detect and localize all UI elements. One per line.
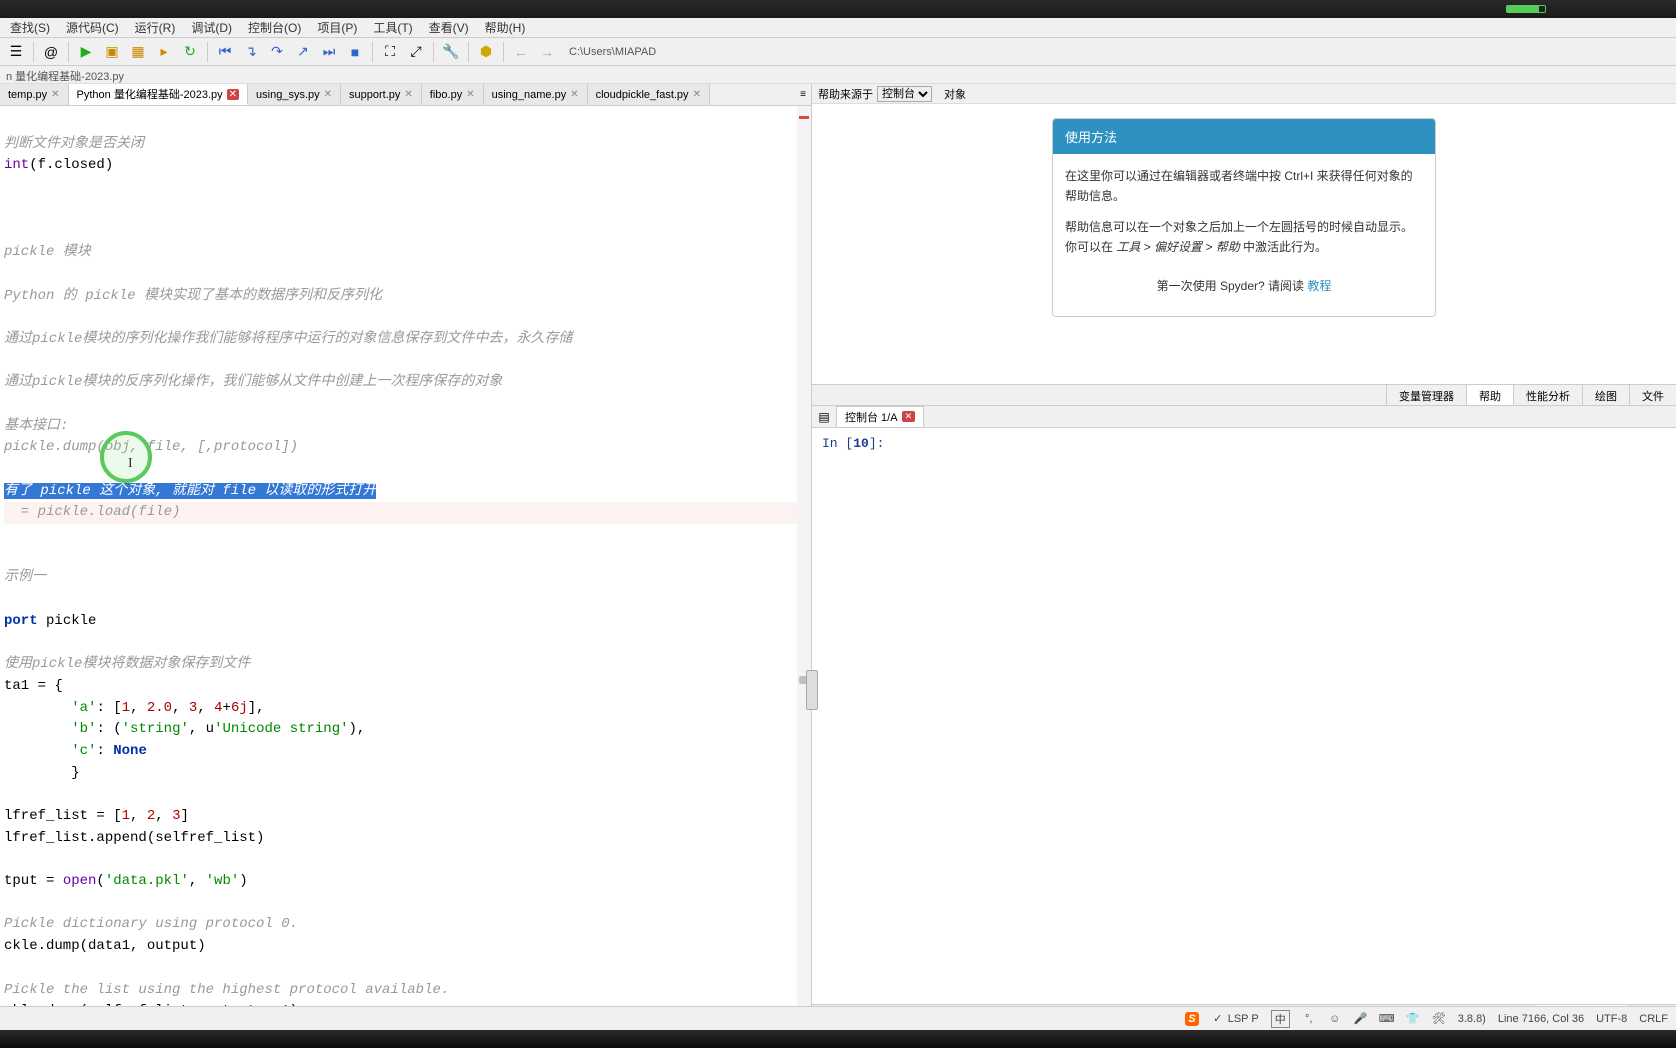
window-titlebar <box>0 0 1676 18</box>
tab-cloudpickle[interactable]: cloudpickle_fast.py✕ <box>588 84 710 105</box>
close-icon[interactable]: ✕ <box>693 89 701 100</box>
tutorial-link[interactable]: 教程 <box>1307 279 1331 293</box>
tab-using-sys[interactable]: using_sys.py✕ <box>248 84 341 105</box>
file-encoding: UTF-8 <box>1596 1013 1627 1025</box>
close-icon[interactable]: ✕ <box>324 89 332 100</box>
cursor-position: Line 7166, Col 36 <box>1498 1013 1584 1025</box>
debug-out-icon[interactable]: ↗ <box>291 40 315 64</box>
close-icon[interactable]: ✕ <box>902 411 916 422</box>
ime-punct-icon[interactable]: °, <box>1302 1012 1316 1026</box>
menu-tools[interactable]: 工具(T) <box>365 17 420 38</box>
help-header: 帮助来源于 控制台 对象 <box>812 84 1676 104</box>
debug-stop-icon[interactable]: ■ <box>343 40 367 64</box>
ime-keyboard-icon[interactable]: ⌨ <box>1380 1012 1394 1026</box>
editor-scrollbar[interactable] <box>797 106 811 1024</box>
editor-tabs: temp.py✕ Python 量化编程基础-2023.py✕ using_sy… <box>0 84 811 106</box>
maximize-icon[interactable]: ⛶ <box>378 40 402 64</box>
rerun-icon[interactable]: ↻ <box>178 40 202 64</box>
menu-view[interactable]: 查看(V) <box>421 17 477 38</box>
run-icon[interactable]: ▶ <box>74 40 98 64</box>
settings-icon[interactable]: 🔧 <box>439 40 463 64</box>
close-icon[interactable]: ✕ <box>227 89 239 100</box>
close-icon[interactable]: ✕ <box>466 89 474 100</box>
run-cell-advance-icon[interactable]: ▦ <box>126 40 150 64</box>
ime-mic-icon[interactable]: 🎤 <box>1354 1012 1368 1026</box>
ime-toolbox-icon[interactable]: 🛠 <box>1432 1012 1446 1026</box>
main-toolbar: ☰ @ ▶ ▣ ▦ ▸ ↻ ⏮ ↴ ↷ ↗ ⏭ ■ ⛶ ⤢ 🔧 ⬢ ← → C:… <box>0 38 1676 66</box>
menu-run[interactable]: 运行(R) <box>127 17 184 38</box>
close-icon[interactable]: ✕ <box>404 89 412 100</box>
nav-fwd-icon[interactable]: → <box>535 40 559 64</box>
ime-lang[interactable]: 中 <box>1271 1010 1290 1028</box>
menu-debug[interactable]: 调试(D) <box>183 17 240 38</box>
menu-help[interactable]: 帮助(H) <box>477 17 534 38</box>
menu-project[interactable]: 项目(P) <box>309 17 365 38</box>
python-version: 3.8.8) <box>1458 1013 1486 1025</box>
tab-temp[interactable]: temp.py✕ <box>0 84 69 105</box>
code-editor[interactable]: 判断文件对象是否关闭 int(f.closed) pickle 模块 Pytho… <box>0 106 811 1024</box>
tab-using-name[interactable]: using_name.py✕ <box>484 84 588 105</box>
menu-console[interactable]: 控制台(O) <box>240 17 309 38</box>
at-icon[interactable]: @ <box>39 40 63 64</box>
menu-find[interactable]: 查找(S) <box>2 17 58 38</box>
pane-splitter[interactable] <box>806 670 818 710</box>
sogou-ime-icon[interactable]: S <box>1185 1012 1198 1026</box>
run-cell-icon[interactable]: ▣ <box>100 40 124 64</box>
lsp-status: ✓LSP P <box>1211 1012 1259 1026</box>
console-tab[interactable]: 控制台 1/A ✕ <box>836 406 924 428</box>
help-object-label: 对象 <box>944 86 966 102</box>
tab-plots[interactable]: 绘图 <box>1582 385 1629 405</box>
battery-icon <box>1506 5 1546 13</box>
statusbar: S ✓LSP P 中 °, ☺ 🎤 ⌨ 👕 🛠 3.8.8) Line 7166… <box>0 1006 1676 1030</box>
python-path-icon[interactable]: ⬢ <box>474 40 498 64</box>
ime-skin-icon[interactable]: 👕 <box>1406 1012 1420 1026</box>
line-ending: CRLF <box>1639 1013 1668 1025</box>
editor-pane: temp.py✕ Python 量化编程基础-2023.py✕ using_sy… <box>0 84 812 1024</box>
ipython-console[interactable]: In [10]: <box>812 428 1676 1004</box>
menubar: 查找(S) 源代码(C) 运行(R) 调试(D) 控制台(O) 项目(P) 工具… <box>0 18 1676 38</box>
debug-continue-icon[interactable]: ⏭ <box>317 40 341 64</box>
tab-support[interactable]: support.py✕ <box>341 84 422 105</box>
help-source-label: 帮助来源于 <box>818 86 873 102</box>
help-source-select[interactable]: 控制台 <box>877 86 932 102</box>
debug-step-icon[interactable]: ⏮ <box>213 40 237 64</box>
debug-into-icon[interactable]: ↴ <box>239 40 263 64</box>
windows-taskbar[interactable] <box>0 1030 1676 1048</box>
tab-var-explorer[interactable]: 变量管理器 <box>1386 385 1466 405</box>
menu-icon[interactable]: ☰ <box>4 40 28 64</box>
help-body: 使用方法 在这里你可以通过在编辑器或者终端中按 Ctrl+I 来获得任何对象的帮… <box>812 104 1676 384</box>
tab-help[interactable]: 帮助 <box>1466 385 1513 405</box>
menu-source[interactable]: 源代码(C) <box>58 17 127 38</box>
close-icon[interactable]: ✕ <box>570 89 578 100</box>
console-tabs: ▤ 控制台 1/A ✕ <box>812 406 1676 428</box>
help-card-title: 使用方法 <box>1053 119 1435 154</box>
fullscreen-icon[interactable]: ⤢ <box>404 40 428 64</box>
tab-fibo[interactable]: fibo.py✕ <box>422 84 484 105</box>
close-icon[interactable]: ✕ <box>51 89 59 100</box>
right-pane: 帮助来源于 控制台 对象 使用方法 在这里你可以通过在编辑器或者终端中按 Ctr… <box>812 84 1676 1024</box>
console-menu-icon[interactable]: ▤ <box>816 409 832 425</box>
tab-files[interactable]: 文件 <box>1629 385 1676 405</box>
debug-over-icon[interactable]: ↷ <box>265 40 289 64</box>
right-pane-tabs: 变量管理器 帮助 性能分析 绘图 文件 <box>812 384 1676 406</box>
tab-profiler[interactable]: 性能分析 <box>1513 385 1582 405</box>
nav-back-icon[interactable]: ← <box>509 40 533 64</box>
help-card: 使用方法 在这里你可以通过在编辑器或者终端中按 Ctrl+I 来获得任何对象的帮… <box>1052 118 1436 317</box>
working-dir-path: C:\Users\MIAPAD <box>569 46 656 58</box>
tab-overflow-icon[interactable]: ≡ <box>795 84 811 105</box>
run-selection-icon[interactable]: ▸ <box>152 40 176 64</box>
ime-emoji-icon[interactable]: ☺ <box>1328 1012 1342 1026</box>
file-breadcrumb: n 量化编程基础-2023.py <box>0 66 1676 84</box>
help-card-body: 在这里你可以通过在编辑器或者终端中按 Ctrl+I 来获得任何对象的帮助信息。 … <box>1053 154 1435 316</box>
tab-main[interactable]: Python 量化编程基础-2023.py✕ <box>69 84 249 105</box>
